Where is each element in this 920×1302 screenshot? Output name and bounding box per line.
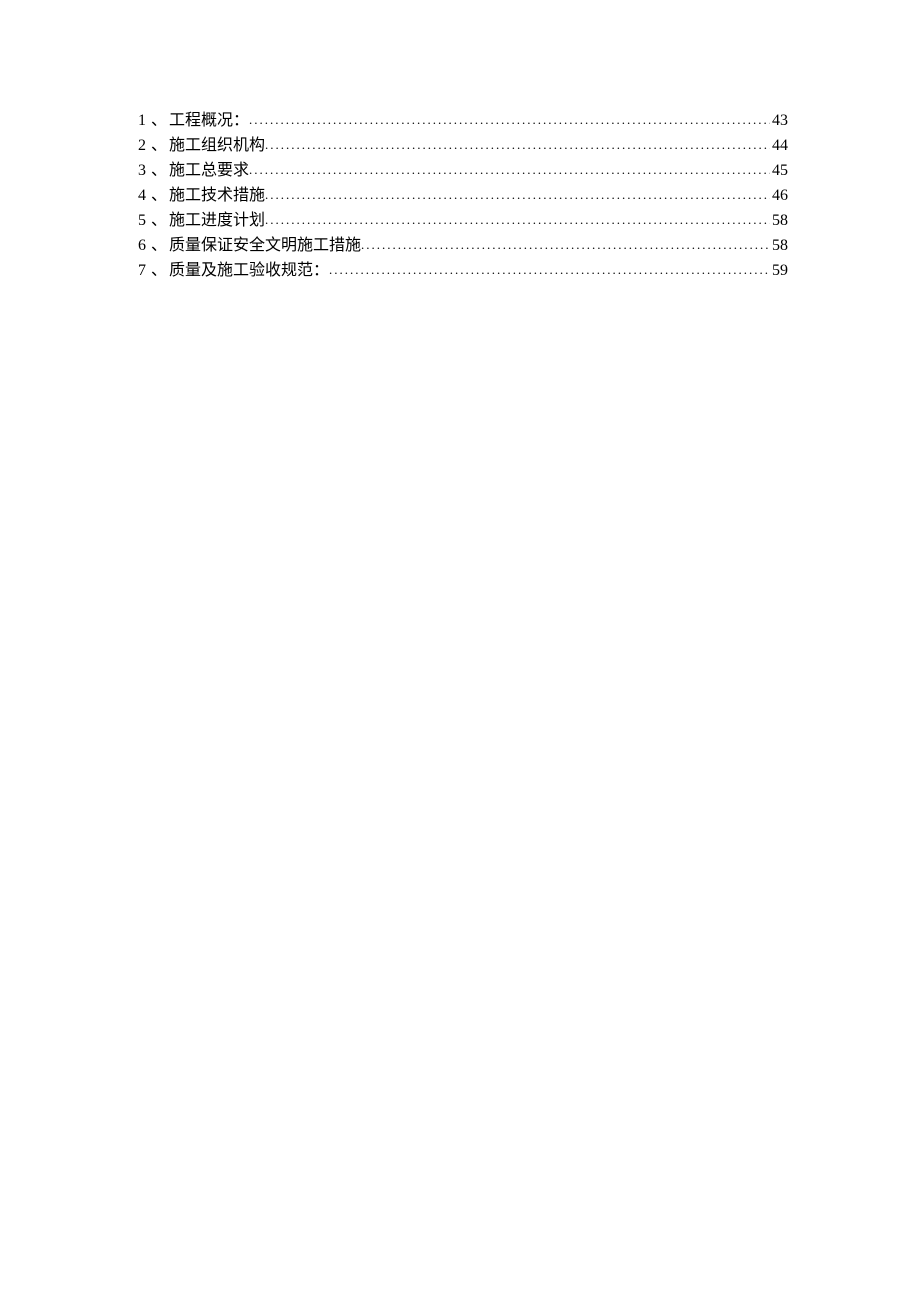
toc-title: 工程概况： [169,108,249,133]
toc-leader-dots [249,157,770,182]
toc-title: 施工总要求 [169,158,249,183]
toc-number: 2 [138,133,146,158]
toc-separator: 、 [151,233,167,258]
toc-separator: 、 [151,108,167,133]
toc-page-number: 46 [770,183,788,208]
toc-separator: 、 [151,133,167,158]
toc-page-number: 43 [770,108,788,133]
toc-title: 施工进度计划 [169,208,265,233]
toc-leader-dots [361,232,770,257]
toc-title: 施工组织机构 [169,133,265,158]
toc-title: 施工技术措施 [169,183,265,208]
toc-number: 7 [138,258,146,283]
toc-separator: 、 [151,258,167,283]
toc-entry: 1 、 工程概况： 43 [138,108,788,133]
toc-leader-dots [329,257,770,282]
toc-entry: 5 、 施工进度计划 58 [138,208,788,233]
toc-page-number: 45 [770,158,788,183]
toc-leader-dots [249,107,770,132]
toc-entry: 2 、 施工组织机构 44 [138,133,788,158]
toc-page-number: 58 [770,233,788,258]
toc-entry: 3 、 施工总要求 45 [138,158,788,183]
toc-leader-dots [265,182,770,207]
toc-number: 1 [138,108,146,133]
toc-page-number: 59 [770,258,788,283]
toc-number: 4 [138,183,146,208]
toc-title: 质量及施工验收规范： [169,258,329,283]
toc-leader-dots [265,207,770,232]
toc-page-number: 58 [770,208,788,233]
toc-entry: 7 、 质量及施工验收规范： 59 [138,258,788,283]
toc-title: 质量保证安全文明施工措施 [169,233,361,258]
toc-separator: 、 [151,208,167,233]
table-of-contents: 1 、 工程概况： 43 2 、 施工组织机构 44 3 、 施工总要求 45 … [138,108,788,283]
toc-number: 5 [138,208,146,233]
toc-separator: 、 [151,183,167,208]
toc-separator: 、 [151,158,167,183]
toc-number: 3 [138,158,146,183]
toc-page-number: 44 [770,133,788,158]
toc-entry: 4 、 施工技术措施 46 [138,183,788,208]
toc-number: 6 [138,233,146,258]
toc-entry: 6 、 质量保证安全文明施工措施 58 [138,233,788,258]
toc-leader-dots [265,132,770,157]
